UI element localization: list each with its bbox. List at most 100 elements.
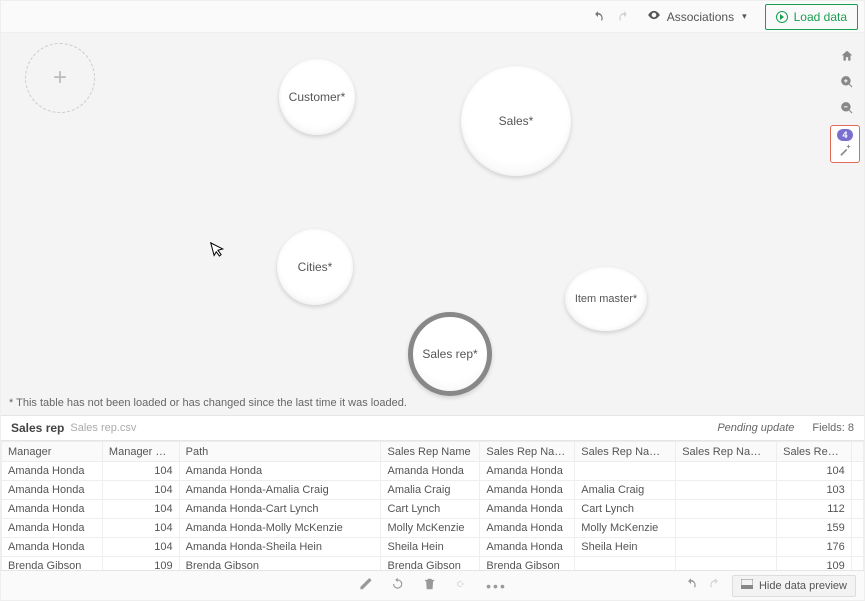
table-cell: Sheila Hein <box>381 538 480 557</box>
table-cell: Amanda Honda <box>480 462 575 481</box>
redo-icon <box>613 6 635 28</box>
undo-preview-icon[interactable] <box>684 577 698 594</box>
table-row[interactable]: Amanda Honda104Amanda Honda-Amalia Craig… <box>2 481 864 500</box>
table-cell: Amanda Honda-Molly McKenzie <box>179 519 381 538</box>
bubble-label: Customer* <box>289 90 346 104</box>
table-cell: Amanda Honda-Sheila Hein <box>179 538 381 557</box>
table-cell: Cart Lynch <box>575 500 676 519</box>
column-header[interactable]: Manager Nu… <box>102 442 179 462</box>
recommendations-count-badge: 4 <box>837 129 852 141</box>
table-cell: 176 <box>777 538 852 557</box>
column-header[interactable]: Manager <box>2 442 103 462</box>
table-cell: 104 <box>102 462 179 481</box>
table-cell: Amanda Honda <box>381 462 480 481</box>
table-cell: Amanda Honda <box>179 462 381 481</box>
preview-table-name: Sales rep <box>11 421 64 435</box>
view-mode-dropdown[interactable]: Associations ▾ <box>639 5 755 29</box>
table-cell: Amalia Craig <box>575 481 676 500</box>
table-cell: Amanda Honda <box>480 519 575 538</box>
table-bubble-sales[interactable]: Sales* <box>461 66 571 176</box>
zoom-out-icon[interactable] <box>836 97 858 119</box>
redo-preview-icon <box>708 577 722 594</box>
table-cell: Amanda Honda <box>480 538 575 557</box>
table-cell: Amanda Honda <box>2 500 103 519</box>
plus-icon: + <box>53 66 67 90</box>
fields-count-label: Fields: 8 <box>812 422 854 434</box>
table-cell: 104 <box>102 500 179 519</box>
table-bubble-cities[interactable]: Cities* <box>277 229 353 305</box>
top-toolbar: Associations ▾ Load data <box>1 1 864 33</box>
table-bubble-customer[interactable]: Customer* <box>279 59 355 135</box>
table-cell: Molly McKenzie <box>575 519 676 538</box>
preview-file-name: Sales rep.csv <box>70 422 136 434</box>
refresh-icon[interactable] <box>390 577 404 594</box>
table-cell: Amanda Honda-Cart Lynch <box>179 500 381 519</box>
associations-canvas[interactable]: + Customer* Sales* Cities* Sales rep* It… <box>1 33 864 415</box>
table-cell: Amanda Honda <box>2 519 103 538</box>
table-bubble-salesrep[interactable]: Sales rep* <box>408 312 492 396</box>
table-cell: 159 <box>777 519 852 538</box>
table-cell: Amalia Craig <box>381 481 480 500</box>
column-header[interactable]: Path <box>179 442 381 462</box>
table-cell <box>575 462 676 481</box>
bottom-toolbar: ••• Hide data preview <box>1 570 864 600</box>
recommendations-button[interactable]: 4 <box>830 125 860 163</box>
delete-icon[interactable] <box>422 577 436 594</box>
table-row[interactable]: Amanda Honda104Amanda Honda-Cart LynchCa… <box>2 500 864 519</box>
chevron-down-icon: ▾ <box>742 11 747 22</box>
mouse-cursor-icon <box>210 239 229 263</box>
table-cell: Amanda Honda <box>2 538 103 557</box>
load-data-label: Load data <box>794 10 847 24</box>
canvas-side-tools <box>836 45 858 119</box>
table-cell: 104 <box>102 519 179 538</box>
hide-data-preview-button[interactable]: Hide data preview <box>732 575 856 597</box>
table-cell: 104 <box>102 481 179 500</box>
table-cell: 103 <box>777 481 852 500</box>
column-header[interactable]: Sales Rep ID <box>777 442 852 462</box>
undo-icon[interactable] <box>587 6 609 28</box>
table-cell: 104 <box>777 462 852 481</box>
column-header[interactable]: Sales Rep Name1 <box>480 442 575 462</box>
table-row[interactable]: Amanda Honda104Amanda Honda-Molly McKenz… <box>2 519 864 538</box>
play-icon <box>776 11 788 23</box>
table-cell <box>676 538 777 557</box>
table-cell: Amanda Honda <box>2 481 103 500</box>
load-data-button[interactable]: Load data <box>765 4 858 30</box>
add-table-button[interactable]: + <box>25 43 95 113</box>
table-cell <box>676 519 777 538</box>
table-cell <box>676 500 777 519</box>
preview-header: Sales rep Sales rep.csv Pending update F… <box>1 415 864 441</box>
home-icon[interactable] <box>836 45 858 67</box>
table-cell: Amanda Honda-Amalia Craig <box>179 481 381 500</box>
hide-data-preview-label: Hide data preview <box>759 580 847 592</box>
more-icon[interactable]: ••• <box>486 578 507 594</box>
table-cell: 104 <box>102 538 179 557</box>
view-mode-label: Associations <box>667 10 734 24</box>
table-row[interactable]: Amanda Honda104Amanda Honda-Sheila HeinS… <box>2 538 864 557</box>
table-cell: 112 <box>777 500 852 519</box>
panel-icon <box>741 579 753 592</box>
data-preview-table[interactable]: ManagerManager Nu…PathSales Rep NameSale… <box>1 441 864 576</box>
column-header[interactable]: Sales Rep Name <box>381 442 480 462</box>
unlink-icon <box>454 577 468 594</box>
table-cell: Amanda Honda <box>480 500 575 519</box>
column-header[interactable]: Sales Rep Name3 <box>676 442 777 462</box>
table-cell: Molly McKenzie <box>381 519 480 538</box>
wand-icon <box>838 143 852 160</box>
table-cell: Cart Lynch <box>381 500 480 519</box>
table-cell: Amanda Honda <box>2 462 103 481</box>
bubble-label: Cities* <box>298 260 333 274</box>
pending-update-label: Pending update <box>717 422 794 434</box>
table-bubble-itemmaster[interactable]: Item master* <box>565 267 647 331</box>
bubble-label: Sales rep* <box>422 347 477 361</box>
column-header[interactable]: Sales Rep Name2 <box>575 442 676 462</box>
eye-icon <box>647 8 661 25</box>
zoom-in-icon[interactable] <box>836 71 858 93</box>
table-cell <box>676 462 777 481</box>
edit-icon[interactable] <box>358 577 372 594</box>
bubble-label: Sales* <box>499 114 534 128</box>
bubble-label: Item master* <box>575 293 637 305</box>
table-row[interactable]: Amanda Honda104Amanda HondaAmanda HondaA… <box>2 462 864 481</box>
canvas-footnote: * This table has not been loaded or has … <box>9 397 407 409</box>
table-cell: Sheila Hein <box>575 538 676 557</box>
